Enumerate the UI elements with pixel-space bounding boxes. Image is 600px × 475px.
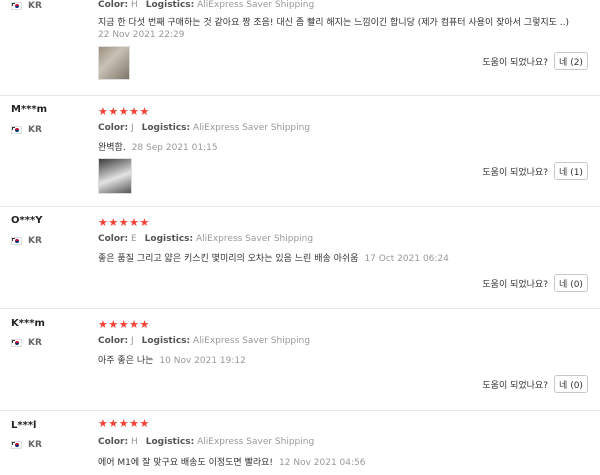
review-text: 아주 좋은 나는 10 Nov 2021 19:12 xyxy=(98,356,246,366)
review-text: 에어 M1에 잘 맞구요 배송도 이정도면 빨라요! 12 Nov 2021 04… xyxy=(98,458,366,468)
reviewer-country: KR xyxy=(11,440,42,450)
review-photo-thumbnail[interactable] xyxy=(98,46,130,80)
review-text: 지금 한 다섯 번째 구매하는 것 같아요 짱 조음! 대신 좀 빨리 해지는 … xyxy=(98,18,570,28)
review-date: 10 Nov 2021 19:12 xyxy=(159,356,246,366)
reviewer-country: KR xyxy=(11,236,42,246)
review-photo-thumbnail[interactable] xyxy=(98,158,132,194)
reviewer-name: L***l xyxy=(11,420,37,431)
review-meta: Color: H Logistics: AliExpress Saver Ship… xyxy=(98,437,315,447)
review-text: 완벽함. 28 Sep 2021 01:15 xyxy=(98,143,218,153)
helpful-yes-button[interactable]: 네 (2) xyxy=(554,52,588,70)
helpful-question: 도움이 되었나요? xyxy=(482,279,548,290)
helpful-yes-button[interactable]: 네 (0) xyxy=(554,274,588,292)
review-meta: Color: J Logistics: AliExpress Saver Ship… xyxy=(98,336,311,346)
star-rating: ★★★★★ xyxy=(98,318,150,331)
review-date: 22 Nov 2021 22:29 xyxy=(98,30,185,40)
review-date: 28 Sep 2021 01:15 xyxy=(131,143,218,153)
helpful-question: 도움이 되었나요? xyxy=(482,57,548,68)
review-item: M***m KR ★★★★★ Color: J Logistics: AliExp… xyxy=(0,96,600,206)
helpful-question: 도움이 되었나요? xyxy=(482,167,548,178)
review-meta: Color: J Logistics: AliExpress Saver Ship… xyxy=(98,123,311,133)
review-item: K***m KR ★★★★★ Color: J Logistics: AliExp… xyxy=(0,309,600,411)
helpful-section: 도움이 되었나요? 네 (0) xyxy=(482,375,588,393)
helpful-yes-button[interactable]: 네 (1) xyxy=(554,162,588,180)
reviewer-name: M***m xyxy=(11,104,48,115)
review-item: O***Y KR ★★★★★ Color: E Logistics: AliExp… xyxy=(0,207,600,309)
review-meta: Color: E Logistics: AliExpress Saver Ship… xyxy=(98,234,314,244)
review-date: 17 Oct 2021 06:24 xyxy=(364,254,449,264)
reviewer-country: KR xyxy=(11,338,42,348)
helpful-section: 도움이 되었나요? 네 (0) xyxy=(482,274,588,292)
korea-flag-icon xyxy=(11,339,22,347)
review-date: 12 Nov 2021 04:56 xyxy=(279,458,366,468)
korea-flag-icon xyxy=(11,2,22,10)
star-rating: ★★★★★ xyxy=(98,105,150,118)
review-meta: Color: H Logistics: AliExpress Saver Ship… xyxy=(98,0,315,10)
star-rating: ★★★★★ xyxy=(98,417,150,430)
review-item: L***l KR ★★★★★ Color: H Logistics: AliExp… xyxy=(0,411,600,475)
korea-flag-icon xyxy=(11,237,22,245)
helpful-yes-button[interactable]: 네 (0) xyxy=(554,375,588,393)
star-rating: ★★★★★ xyxy=(98,216,150,229)
reviewer-country: KR xyxy=(11,125,42,135)
review-text: 좋은 품질 그리고 얇은 키스킨 몇미리의 오차는 있음 느린 배송 아쉬움 17… xyxy=(98,254,449,264)
korea-flag-icon xyxy=(11,441,22,449)
helpful-question: 도움이 되었나요? xyxy=(482,380,548,391)
reviewer-name: O***Y xyxy=(11,215,43,226)
reviewer-country: KR xyxy=(11,1,42,11)
korea-flag-icon xyxy=(11,126,22,134)
reviewer-name: K***m xyxy=(11,318,45,329)
helpful-section: 도움이 되었나요? 네 (1) xyxy=(482,162,588,180)
review-item: KR Color: H Logistics: AliExpress Saver S… xyxy=(0,0,600,96)
helpful-section: 도움이 되었나요? 네 (2) xyxy=(482,52,588,70)
